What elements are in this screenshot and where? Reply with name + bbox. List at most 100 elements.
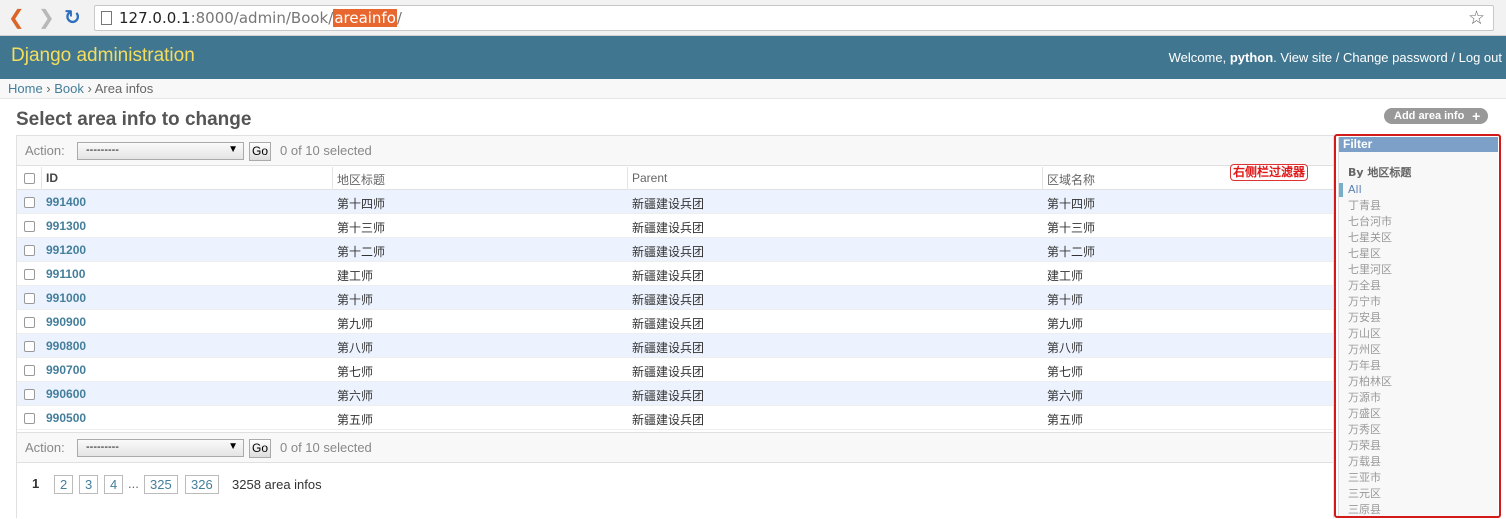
- page-link[interactable]: 4: [104, 475, 124, 494]
- breadcrumb-sep: ›: [42, 81, 55, 96]
- table-row: 990500 第五师 新疆建设兵团 第五师: [17, 406, 1333, 430]
- row-name: 第七师: [1047, 365, 1084, 379]
- row-parent: 新疆建设兵团: [632, 269, 705, 283]
- row-id-link[interactable]: 990800: [46, 339, 86, 353]
- header-parent[interactable]: Parent: [632, 171, 667, 185]
- dropdown-caret-icon: ▼: [228, 441, 238, 452]
- action-select-value: ---------: [86, 441, 119, 453]
- result-rows: 991400 第十四师 新疆建设兵团 第十四师 991300 第十三师 新疆建设兵团 第十三师…: [17, 190, 1333, 430]
- selection-counter: 0 of 10 selected: [280, 440, 372, 455]
- row-parent: 新疆建设兵团: [632, 221, 705, 235]
- filter-highlight-box: [1334, 134, 1501, 518]
- breadcrumb: Home › Book › Area infos: [0, 79, 1506, 99]
- action-label: Action:: [25, 440, 65, 455]
- table-row: 990900 第九师 新疆建设兵团 第九师: [17, 310, 1333, 334]
- row-parent: 新疆建设兵团: [632, 245, 705, 259]
- row-checkbox[interactable]: [24, 293, 35, 304]
- row-name: 第八师: [1047, 341, 1084, 355]
- page-ellipsis: ...: [123, 475, 144, 494]
- row-name: 建工师: [1047, 269, 1084, 283]
- row-id-link[interactable]: 991100: [46, 267, 85, 281]
- row-parent: 新疆建设兵团: [632, 389, 705, 403]
- row-parent: 新疆建设兵团: [632, 197, 705, 211]
- row-title: 第八师: [337, 341, 374, 355]
- page-link[interactable]: 326: [185, 475, 219, 494]
- header-title[interactable]: 地区标题: [337, 171, 385, 188]
- page-link[interactable]: 2: [54, 475, 74, 494]
- column-divider: [332, 167, 333, 190]
- action-select[interactable]: --------- ▼: [77, 439, 244, 457]
- column-divider: [1042, 167, 1043, 190]
- row-title: 第七师: [337, 365, 374, 379]
- action-select[interactable]: --------- ▼: [77, 142, 244, 160]
- row-checkbox[interactable]: [24, 317, 35, 328]
- user-links[interactable]: . View site / Change password / Log out: [1273, 50, 1502, 65]
- row-name: 第九师: [1047, 317, 1084, 331]
- go-button[interactable]: Go: [249, 439, 271, 458]
- action-select-value: ---------: [86, 144, 119, 156]
- row-parent: 新疆建设兵团: [632, 293, 705, 307]
- row-title: 第十师: [337, 293, 374, 307]
- address-bar[interactable]: 127.0.0.1:8000/admin/Book/areainfo/ ☆: [94, 5, 1494, 31]
- welcome-text: Welcome,: [1168, 50, 1227, 65]
- row-id-link[interactable]: 990600: [46, 387, 86, 401]
- header-name[interactable]: 区域名称: [1047, 171, 1095, 188]
- row-id-link[interactable]: 991300: [46, 219, 86, 233]
- row-id-link[interactable]: 991000: [46, 291, 86, 305]
- add-area-info-button[interactable]: Add area info +: [1384, 108, 1489, 124]
- row-checkbox[interactable]: [24, 389, 35, 400]
- selection-counter: 0 of 10 selected: [280, 143, 372, 158]
- table-row: 991400 第十四师 新疆建设兵团 第十四师: [17, 190, 1333, 214]
- row-id-link[interactable]: 991400: [46, 195, 86, 209]
- row-title: 第五师: [337, 413, 374, 427]
- row-title: 第十四师: [337, 197, 386, 211]
- breadcrumb-app[interactable]: Book: [54, 81, 84, 96]
- row-checkbox[interactable]: [24, 341, 35, 352]
- url-highlight: areainfo: [333, 9, 397, 27]
- changelist: Action: --------- ▼ Go 0 of 10 selected I…: [16, 135, 1334, 518]
- site-branding[interactable]: Django administration: [11, 45, 195, 67]
- row-name: 第六师: [1047, 389, 1084, 403]
- browser-menu-icon[interactable]: ⋮: [1500, 8, 1506, 24]
- row-name: 第十师: [1047, 293, 1084, 307]
- column-divider: [627, 167, 628, 190]
- row-checkbox[interactable]: [24, 269, 35, 280]
- column-divider: [41, 167, 42, 190]
- row-title: 建工师: [337, 269, 374, 283]
- select-all-checkbox[interactable]: [24, 173, 35, 184]
- go-button[interactable]: Go: [249, 142, 271, 161]
- header-id[interactable]: ID: [46, 171, 58, 185]
- row-name: 第十四师: [1047, 197, 1096, 211]
- user-tools: Welcome, python. View site / Change pass…: [1169, 50, 1502, 65]
- row-title: 第十二师: [337, 245, 386, 259]
- bookmark-star-icon[interactable]: ☆: [1468, 7, 1485, 29]
- row-id-link[interactable]: 990500: [46, 411, 86, 425]
- url-text: 127.0.0.1:8000/admin/Book/areainfo/: [119, 9, 402, 27]
- reload-icon[interactable]: ↻: [64, 6, 81, 28]
- row-id-link[interactable]: 990700: [46, 363, 86, 377]
- row-checkbox[interactable]: [24, 221, 35, 232]
- page-link[interactable]: 325: [144, 475, 178, 494]
- table-row: 990600 第六师 新疆建设兵团 第六师: [17, 382, 1333, 406]
- url-path: :8000/admin/Book/: [190, 9, 334, 27]
- url-host: 127.0.0.1: [119, 9, 191, 27]
- row-parent: 新疆建设兵团: [632, 317, 705, 331]
- paginator: 1 2 3 4 ... 325 326 3258 area infos: [17, 463, 1333, 519]
- row-title: 第九师: [337, 317, 374, 331]
- table-row: 990800 第八师 新疆建设兵团 第八师: [17, 334, 1333, 358]
- back-icon[interactable]: ❮: [8, 6, 25, 28]
- admin-header: Django administration Welcome, python. V…: [0, 36, 1506, 79]
- row-checkbox[interactable]: [24, 413, 35, 424]
- breadcrumb-sep: ›: [83, 81, 95, 96]
- page-link[interactable]: 3: [79, 475, 99, 494]
- row-checkbox[interactable]: [24, 245, 35, 256]
- row-checkbox[interactable]: [24, 197, 35, 208]
- forward-icon[interactable]: ❯: [38, 6, 55, 28]
- row-id-link[interactable]: 991200: [46, 243, 86, 257]
- row-name: 第五师: [1047, 413, 1084, 427]
- breadcrumb-home[interactable]: Home: [8, 81, 43, 96]
- row-checkbox[interactable]: [24, 365, 35, 376]
- row-id-link[interactable]: 990900: [46, 315, 86, 329]
- page-title: Select area info to change: [16, 109, 252, 130]
- row-name: 第十三师: [1047, 221, 1096, 235]
